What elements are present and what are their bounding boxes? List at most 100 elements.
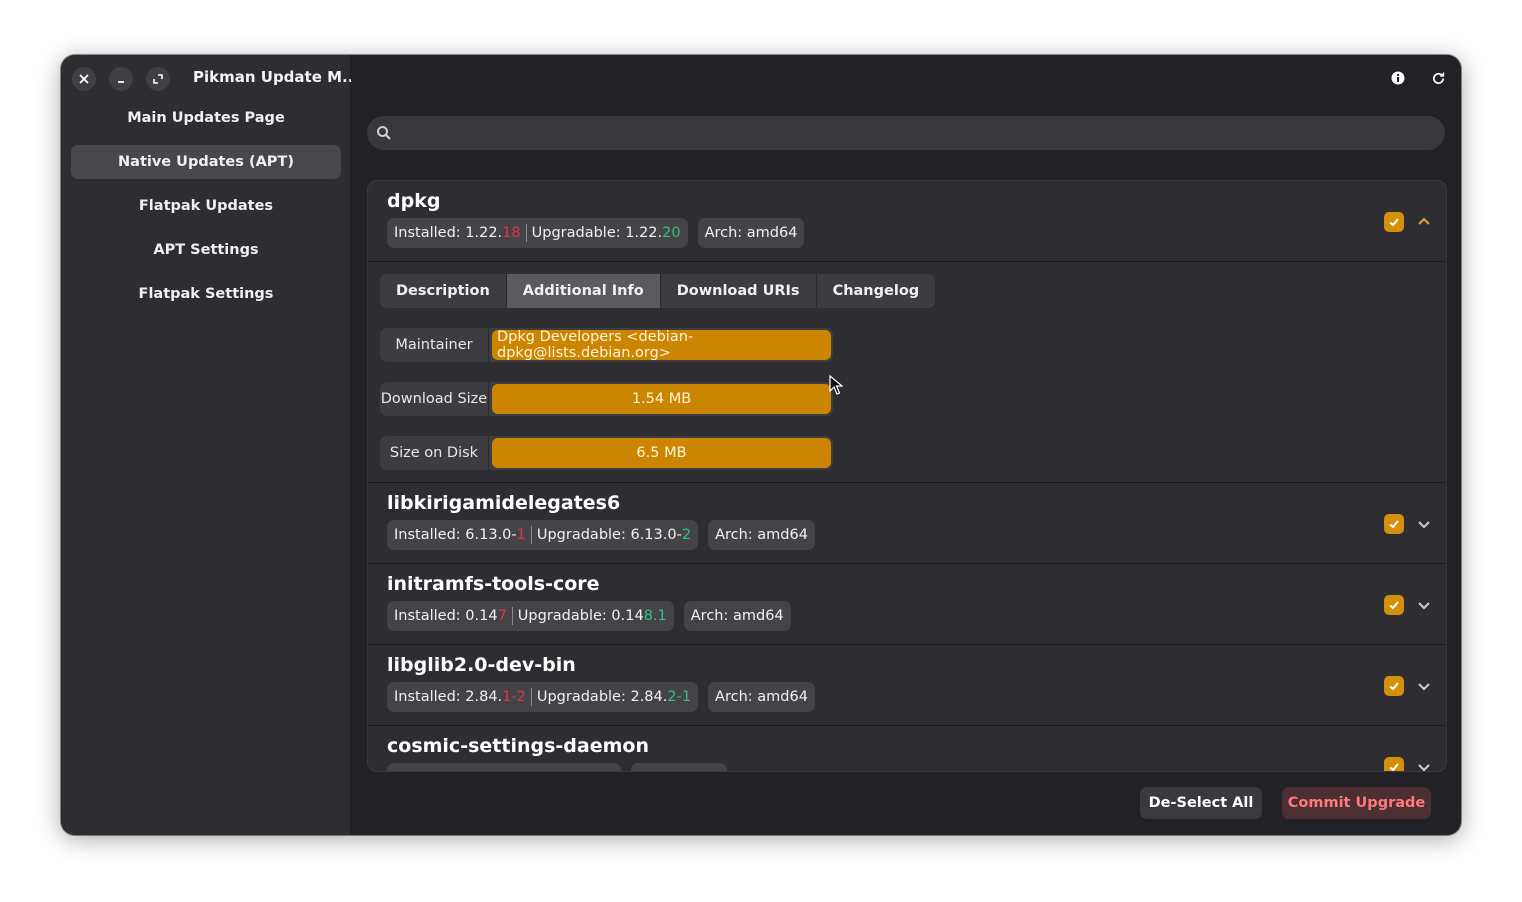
version-chips [387,763,727,771]
arch-chip: Arch: amd64 [708,520,815,550]
mouse-pointer-icon [829,375,843,395]
minimize-icon [118,81,124,83]
tab-additional-info[interactable]: Additional Info [506,274,661,308]
maximize-button[interactable] [146,67,170,91]
search-input[interactable] [400,124,1445,142]
version-chips: Installed: 2.84. 1-2 Upgradable: 2.84. 2-1… [387,682,815,712]
header-actions [1387,67,1449,89]
checkmark-icon [1389,218,1399,227]
version-chips: Installed: 6.13.0- 1 Upgradable: 6.13.0- 2… [387,520,815,550]
tab-description[interactable]: Description [380,274,507,308]
checkmark-icon [1389,763,1399,771]
arch-chip: Arch: amd64 [683,601,791,631]
package-row-dpkg: dpkg Installed: 1.22. 18 Upgradable: 1.22… [368,181,1446,483]
version-chip [387,763,621,771]
maintainer-label: Maintainer [380,328,489,362]
upgradable-version: Upgradable: 2.84. [536,689,668,705]
upgradable-version-diff: 2-1 [667,689,692,705]
installed-version-diff: 18 [502,225,521,241]
expand-button[interactable] [1416,597,1432,613]
upgradable-version-diff: 8.1 [643,608,667,624]
sidebar-item-native-updates[interactable]: Native Updates (APT) [71,145,341,179]
expand-button[interactable] [1416,516,1432,532]
version-chips: Installed: 1.22. 18 Upgradable: 1.22. 20 A… [387,218,805,248]
package-list: dpkg Installed: 1.22. 18 Upgradable: 1.22… [367,180,1447,772]
upgradable-version-diff: 20 [662,225,681,241]
package-name: initramfs-tools-core [387,573,600,595]
package-checkbox[interactable] [1384,595,1404,615]
details-tabs: Description Additional Info Download URI… [380,274,936,308]
sidebar-item-apt-settings[interactable]: APT Settings [71,233,341,267]
version-chips: Installed: 0.14 7 Upgradable: 0.14 8.1 Arc… [387,601,791,631]
package-name: libglib2.0-dev-bin [387,654,576,676]
info-button[interactable] [1387,67,1409,89]
checkmark-icon [1389,682,1399,691]
maintainer-value: Dpkg Developers <debian-dpkg@lists.debia… [492,329,831,361]
package-row-header[interactable]: cosmic-settings-daemon [368,726,1446,771]
collapse-button[interactable] [1416,214,1432,230]
expand-button[interactable] [1416,759,1432,771]
sidebar-nav: Main Updates Page Native Updates (APT) F… [71,101,341,321]
size-on-disk-value: 6.5 MB [492,438,831,468]
upgradable-version: Upgradable: 0.14 [517,608,644,624]
package-name: cosmic-settings-daemon [387,735,649,757]
package-checkbox[interactable] [1384,514,1404,534]
tab-changelog[interactable]: Changelog [817,274,936,308]
deselect-all-button[interactable]: De-Select All [1140,787,1262,819]
expand-button[interactable] [1416,678,1432,694]
package-name: dpkg [387,190,441,212]
refresh-button[interactable] [1427,67,1449,89]
package-checkbox[interactable] [1384,676,1404,696]
size-on-disk-row: Size on Disk 6.5 MB [380,436,833,470]
version-chip: Installed: 6.13.0- 1 Upgradable: 6.13.0- 2 [387,520,699,550]
checkmark-icon [1389,601,1399,610]
chevron-up-icon [1418,217,1430,225]
installed-version: Installed: 1.22. [394,225,503,241]
version-chip: Installed: 2.84. 1-2 Upgradable: 2.84. 2-1 [387,682,699,712]
version-chip: Installed: 1.22. 18 Upgradable: 1.22. 20 [387,218,688,248]
info-icon [1391,71,1405,85]
package-details: Description Additional Info Download URI… [368,261,1446,482]
package-row-header[interactable]: initramfs-tools-core Installed: 0.14 7 Up… [368,564,1446,644]
sidebar-item-flatpak-settings[interactable]: Flatpak Settings [71,277,341,311]
tab-download-uris[interactable]: Download URIs [661,274,817,308]
chip-separator [511,607,513,625]
close-icon [79,74,89,84]
chevron-down-icon [1418,683,1430,691]
version-chip: Installed: 0.14 7 Upgradable: 0.14 8.1 [387,601,674,631]
download-size-label: Download Size [380,382,489,416]
chevron-down-icon [1418,602,1430,610]
package-checkbox[interactable] [1384,757,1404,771]
chip-separator [530,526,532,544]
installed-version-diff: 1 [516,527,526,543]
package-row-header[interactable]: libglib2.0-dev-bin Installed: 2.84. 1-2 U… [368,645,1446,725]
installed-version-diff: 1-2 [502,689,526,705]
upgradable-version: Upgradable: 1.22. [531,225,663,241]
package-checkbox[interactable] [1384,212,1404,232]
arch-chip: Arch: amd64 [697,218,805,248]
chip-separator [525,224,527,242]
sidebar-item-flatpak-updates[interactable]: Flatpak Updates [71,189,341,223]
size-on-disk-label: Size on Disk [380,436,489,470]
arch-chip [631,763,727,771]
package-row-header[interactable]: dpkg Installed: 1.22. 18 Upgradable: 1.22… [368,181,1446,261]
maximize-icon [153,74,163,84]
app-window: Pikman Update M... Main Updates Page Nat… [61,55,1461,835]
chevron-down-icon [1418,764,1430,771]
refresh-icon [1432,71,1444,84]
commit-upgrade-button[interactable]: Commit Upgrade [1282,787,1431,819]
sidebar-headerbar: Pikman Update M... [61,55,359,101]
installed-version-diff: 7 [497,608,507,624]
package-row-initramfs-tools-core: initramfs-tools-core Installed: 0.14 7 Up… [368,564,1446,645]
close-button[interactable] [72,67,96,91]
installed-version: Installed: 2.84. [394,689,503,705]
sidebar-item-main-updates[interactable]: Main Updates Page [71,101,341,135]
minimize-button[interactable] [109,67,133,91]
download-size-row: Download Size 1.54 MB [380,382,833,416]
package-row-header[interactable]: libkirigamidelegates6 Installed: 6.13.0-… [368,483,1446,563]
download-size-value: 1.54 MB [492,384,831,414]
search-icon [377,126,391,140]
checkmark-icon [1389,520,1399,529]
upgradable-version: Upgradable: 6.13.0- [536,527,682,543]
search-bar[interactable] [367,116,1445,150]
